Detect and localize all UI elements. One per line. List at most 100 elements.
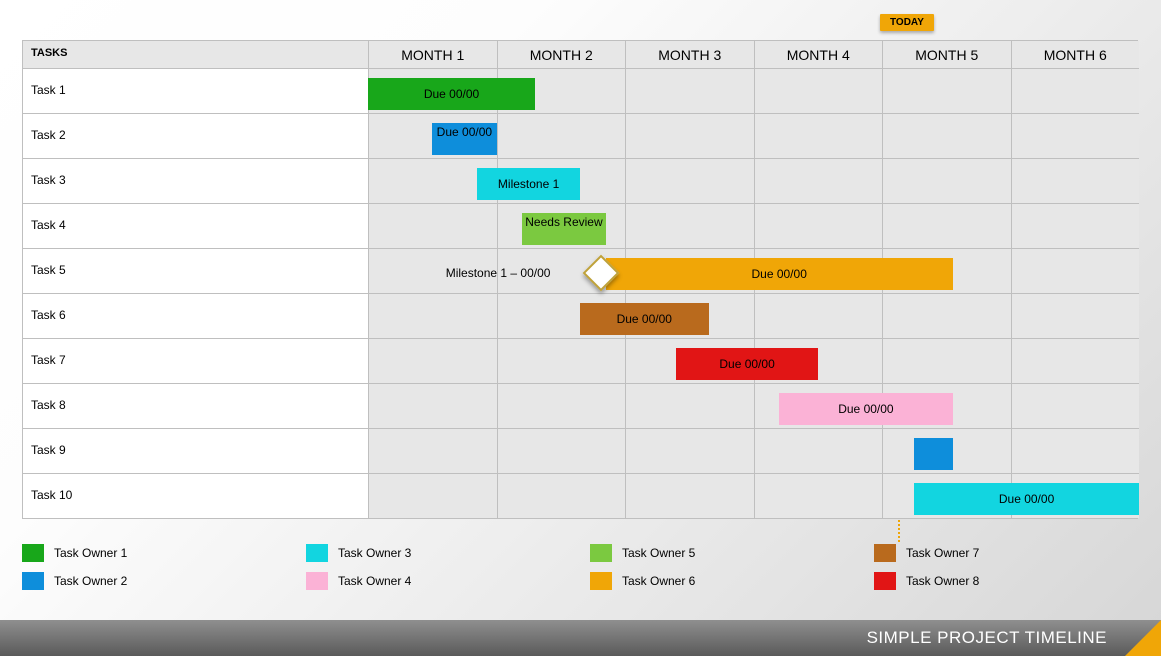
grid-cell: [882, 248, 1011, 293]
grid-cell: [625, 293, 754, 338]
legend-label: Task Owner 4: [338, 574, 411, 588]
grid-cell: [754, 338, 883, 383]
grid-cell: [882, 383, 1011, 428]
footer-accent-icon: [1125, 620, 1161, 656]
header-month-1: MONTH 1: [368, 41, 497, 68]
grid-cell: [882, 428, 1011, 473]
grid-cell: [625, 203, 754, 248]
grid-cell: [368, 338, 497, 383]
grid-cell: [368, 248, 497, 293]
header-month-5: MONTH 5: [882, 41, 1011, 68]
grid-cell: [754, 158, 883, 203]
grid-cell: [882, 113, 1011, 158]
grid-cell: [1011, 428, 1140, 473]
legend-item: Task Owner 7: [874, 544, 1138, 562]
grid-cell: [1011, 293, 1140, 338]
grid-cell: [368, 473, 497, 518]
task-label: Task 4: [23, 203, 368, 248]
grid-cell: [1011, 68, 1140, 113]
grid-cell: [368, 428, 497, 473]
grid-cell: [368, 293, 497, 338]
legend-item: Task Owner 2: [22, 572, 286, 590]
grid-cell: [625, 248, 754, 293]
header-month-6: MONTH 6: [1011, 41, 1140, 68]
legend-item: Task Owner 4: [306, 572, 570, 590]
grid-cell: [1011, 338, 1140, 383]
legend-label: Task Owner 1: [54, 546, 127, 560]
timeline-grid: TASKS MONTH 1 MONTH 2 MONTH 3 MONTH 4 MO…: [22, 40, 1138, 519]
legend-swatch: [590, 544, 612, 562]
today-tag: TODAY: [880, 14, 934, 31]
legend-swatch: [306, 544, 328, 562]
grid-cell: [882, 473, 1011, 518]
grid-cell: [497, 68, 626, 113]
task-label: Task 7: [23, 338, 368, 383]
legend-label: Task Owner 7: [906, 546, 979, 560]
task-label: Task 2: [23, 113, 368, 158]
grid-cell: [497, 473, 626, 518]
grid-cell: [625, 158, 754, 203]
grid-cell: [368, 113, 497, 158]
grid-cell: [625, 383, 754, 428]
legend-label: Task Owner 5: [622, 546, 695, 560]
grid-cell: [754, 203, 883, 248]
grid-cell: [882, 203, 1011, 248]
grid-cell: [625, 338, 754, 383]
legend-label: Task Owner 2: [54, 574, 127, 588]
grid-cell: [497, 113, 626, 158]
legend-item: Task Owner 5: [590, 544, 854, 562]
task-label: Task 3: [23, 158, 368, 203]
grid-cell: [754, 113, 883, 158]
grid-cell: [1011, 203, 1140, 248]
grid-cell: [754, 293, 883, 338]
legend-swatch: [306, 572, 328, 590]
grid-cell: [882, 293, 1011, 338]
legend-label: Task Owner 6: [622, 574, 695, 588]
grid-cell: [1011, 248, 1140, 293]
grid-cell: [882, 68, 1011, 113]
task-label: Task 9: [23, 428, 368, 473]
header-tasks: TASKS: [23, 41, 368, 68]
legend-label: Task Owner 3: [338, 546, 411, 560]
header-month-2: MONTH 2: [497, 41, 626, 68]
grid-cell: [754, 383, 883, 428]
legend-swatch: [22, 572, 44, 590]
grid-cell: [497, 203, 626, 248]
header-month-3: MONTH 3: [625, 41, 754, 68]
footer-title: SIMPLE PROJECT TIMELINE: [867, 628, 1113, 648]
task-label: Task 1: [23, 68, 368, 113]
grid-cell: [497, 383, 626, 428]
grid-cell: [1011, 473, 1140, 518]
legend-swatch: [874, 544, 896, 562]
legend-swatch: [22, 544, 44, 562]
grid-cell: [1011, 113, 1140, 158]
grid-cell: [754, 473, 883, 518]
legend-label: Task Owner 8: [906, 574, 979, 588]
legend-item: Task Owner 8: [874, 572, 1138, 590]
legend-item: Task Owner 1: [22, 544, 286, 562]
grid-cell: [625, 68, 754, 113]
task-label: Task 5: [23, 248, 368, 293]
footer-bar: SIMPLE PROJECT TIMELINE: [0, 620, 1161, 656]
grid-cell: [497, 248, 626, 293]
grid-cell: [625, 473, 754, 518]
legend-item: Task Owner 3: [306, 544, 570, 562]
grid-cell: [882, 158, 1011, 203]
grid-cell: [368, 203, 497, 248]
legend-swatch: [590, 572, 612, 590]
task-label: Task 6: [23, 293, 368, 338]
grid-cell: [1011, 158, 1140, 203]
grid-cell: [368, 68, 497, 113]
grid-cell: [625, 428, 754, 473]
grid-cell: [368, 158, 497, 203]
task-label: Task 10: [23, 473, 368, 518]
timeline-stage: TODAY TASKS MONTH 1 MONTH 2 MONTH 3 MONT…: [22, 18, 1138, 519]
grid-cell: [754, 428, 883, 473]
grid-cell: [497, 293, 626, 338]
grid-cell: [882, 338, 1011, 383]
grid-cell: [497, 428, 626, 473]
legend-swatch: [874, 572, 896, 590]
legend: Task Owner 1 Task Owner 3 Task Owner 5 Task…: [22, 544, 1138, 590]
grid-cell: [754, 248, 883, 293]
grid-cell: [497, 158, 626, 203]
